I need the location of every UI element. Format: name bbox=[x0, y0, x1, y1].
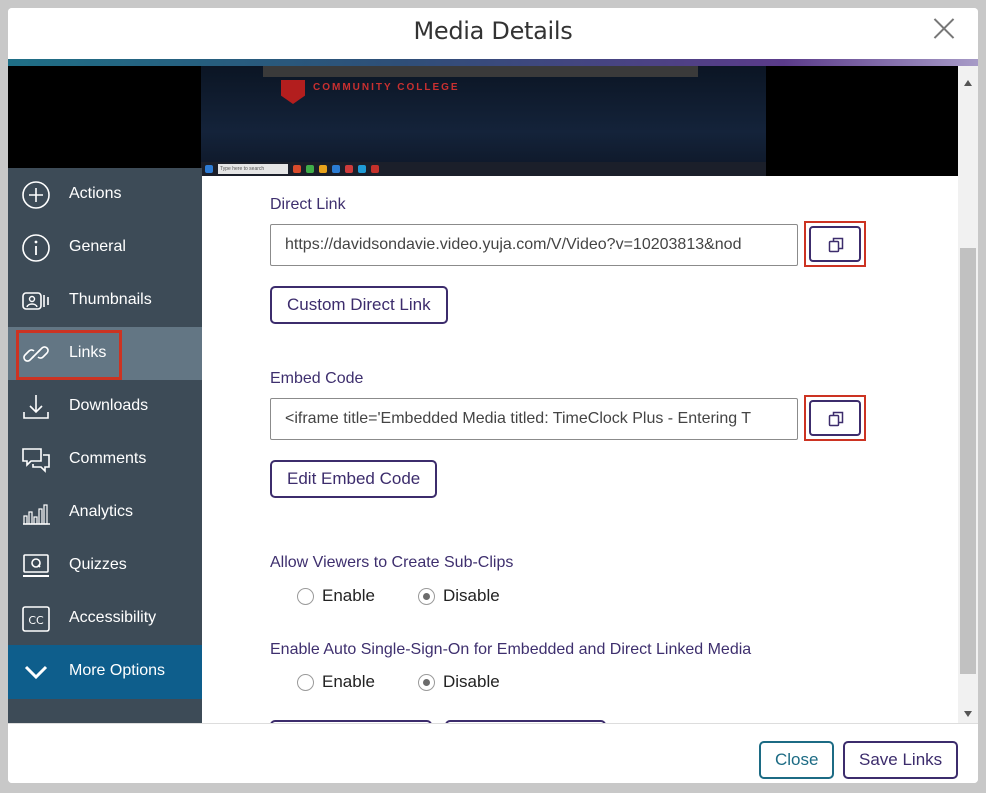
edit-embed-code-button[interactable]: Edit Embed Code bbox=[270, 460, 438, 498]
sidebar-item-actions[interactable]: Actions bbox=[8, 168, 202, 221]
modal-title: Media Details bbox=[413, 17, 573, 45]
links-highlight-box bbox=[16, 330, 122, 380]
app-icon bbox=[332, 165, 340, 173]
info-circle-icon bbox=[22, 234, 50, 262]
app-icon bbox=[293, 165, 301, 173]
embed-code-label: Embed Code bbox=[270, 370, 364, 387]
subclips-enable-option[interactable]: Enable bbox=[297, 586, 375, 606]
sso-enable-option[interactable]: Enable bbox=[297, 672, 375, 692]
subclips-disable-option[interactable]: Disable bbox=[418, 586, 500, 606]
save-links-button[interactable]: Save Links bbox=[843, 741, 959, 779]
comments-icon bbox=[22, 448, 50, 473]
quizzes-icon bbox=[23, 554, 49, 577]
video-title-bar bbox=[263, 66, 698, 77]
more-options-button[interactable]: More Options bbox=[8, 645, 202, 699]
custom-direct-link-button[interactable]: Custom Direct Link bbox=[270, 286, 448, 324]
thumbnails-icon bbox=[22, 292, 49, 310]
modal-footer: Close Save Links bbox=[8, 723, 978, 783]
sidebar-item-accessibility[interactable]: CC Accessibility bbox=[8, 592, 202, 645]
sidebar-item-downloads[interactable]: Downloads bbox=[8, 380, 202, 433]
radio-button[interactable] bbox=[418, 587, 435, 605]
download-icon bbox=[23, 395, 49, 419]
modal-header: Media Details bbox=[8, 8, 978, 60]
svg-text:CC: CC bbox=[28, 614, 44, 627]
sidebar-item-label: Actions bbox=[69, 185, 122, 202]
embed-code-field[interactable]: <iframe title='Embedded Media titled: Ti… bbox=[270, 398, 798, 440]
sso-label: Enable Auto Single-Sign-On for Embedded … bbox=[270, 641, 752, 658]
sidebar: Actions General Thumbnails Links Downloa… bbox=[8, 168, 202, 723]
radio-button[interactable] bbox=[418, 673, 435, 691]
media-details-modal: Media Details COMMUNITY COLLEGE Type her… bbox=[8, 8, 978, 783]
sidebar-item-label: Analytics bbox=[69, 503, 134, 520]
scroll-thumb[interactable] bbox=[960, 248, 976, 674]
college-logo-icon bbox=[281, 80, 305, 104]
sidebar-item-label: General bbox=[69, 238, 126, 255]
video-preview[interactable]: COMMUNITY COLLEGE Type here to search bbox=[8, 66, 958, 176]
cc-icon: CC bbox=[22, 606, 50, 632]
windows-icon bbox=[205, 165, 213, 173]
app-icon bbox=[345, 165, 353, 173]
sidebar-item-links[interactable]: Links bbox=[8, 327, 202, 380]
app-icon bbox=[358, 165, 366, 173]
analytics-icon bbox=[23, 504, 50, 525]
sidebar-item-quizzes[interactable]: Quizzes bbox=[8, 539, 202, 592]
copy-icon bbox=[828, 411, 844, 427]
scroll-up-icon[interactable] bbox=[964, 80, 972, 86]
sidebar-item-thumbnails[interactable]: Thumbnails bbox=[8, 274, 202, 327]
copy-embed-code-button[interactable] bbox=[809, 400, 861, 436]
copy-icon bbox=[828, 237, 844, 253]
video-frame: COMMUNITY COLLEGE Type here to search bbox=[201, 66, 766, 176]
taskbar-search: Type here to search bbox=[218, 164, 288, 174]
more-options-label: More Options bbox=[69, 662, 166, 679]
sidebar-item-analytics[interactable]: Analytics bbox=[8, 486, 202, 539]
close-icon[interactable] bbox=[928, 12, 960, 44]
scroll-down-icon[interactable] bbox=[964, 711, 972, 717]
plus-circle-icon bbox=[22, 181, 50, 209]
radio-label: Enable bbox=[322, 672, 375, 691]
sidebar-item-label: Downloads bbox=[69, 397, 149, 414]
links-panel: Direct Link https://davidsondavie.video.… bbox=[202, 176, 958, 723]
sidebar-item-label: Thumbnails bbox=[69, 291, 152, 308]
video-taskbar: Type here to search bbox=[201, 162, 766, 176]
header-stripe bbox=[8, 59, 978, 66]
college-text: COMMUNITY COLLEGE bbox=[313, 82, 460, 93]
sidebar-item-label: Comments bbox=[69, 450, 147, 467]
app-icon bbox=[319, 165, 327, 173]
chevron-down-icon bbox=[24, 665, 48, 680]
radio-label: Enable bbox=[322, 586, 375, 605]
sso-disable-option[interactable]: Disable bbox=[418, 672, 500, 692]
sidebar-item-general[interactable]: General bbox=[8, 221, 202, 274]
sidebar-item-label: Accessibility bbox=[69, 609, 157, 626]
copy-direct-link-button[interactable] bbox=[809, 226, 861, 262]
app-icon bbox=[306, 165, 314, 173]
radio-button[interactable] bbox=[297, 587, 314, 605]
scrollbar[interactable] bbox=[958, 66, 978, 723]
sidebar-item-comments[interactable]: Comments bbox=[8, 433, 202, 486]
radio-label: Disable bbox=[443, 672, 500, 691]
direct-link-label: Direct Link bbox=[270, 196, 346, 213]
radio-label: Disable bbox=[443, 586, 500, 605]
radio-button[interactable] bbox=[297, 673, 314, 691]
close-button[interactable]: Close bbox=[759, 741, 835, 779]
app-icon bbox=[371, 165, 379, 173]
direct-link-field[interactable]: https://davidsondavie.video.yuja.com/V/V… bbox=[270, 224, 798, 266]
subclips-label: Allow Viewers to Create Sub-Clips bbox=[270, 554, 514, 571]
sidebar-item-label: Quizzes bbox=[69, 556, 127, 573]
